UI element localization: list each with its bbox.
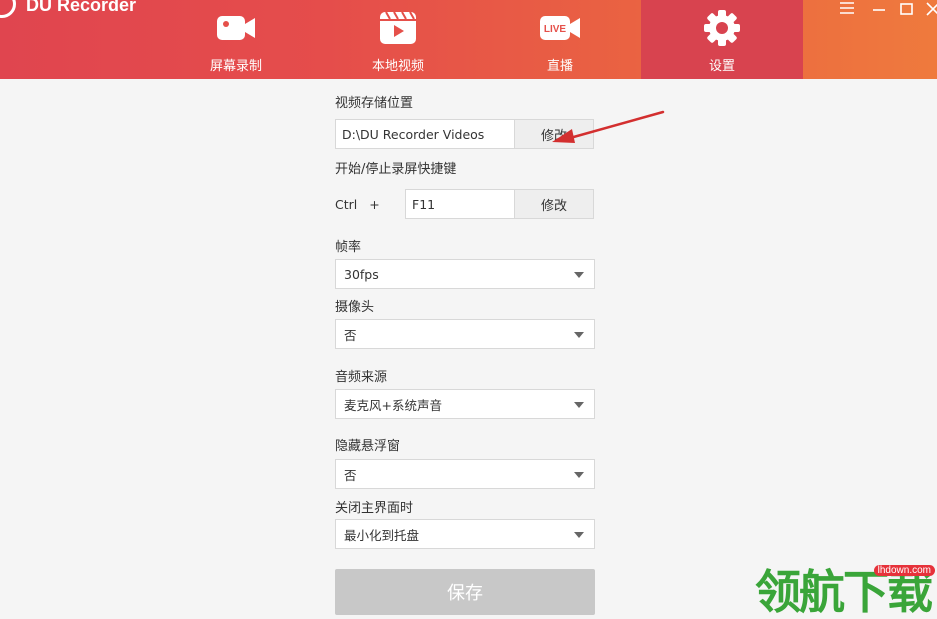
camera-label: 摄像头	[335, 300, 375, 315]
fps-label: 帧率	[335, 240, 362, 255]
hide-float-select[interactable]: 否	[335, 459, 595, 489]
save-button[interactable]: 保存	[335, 569, 595, 615]
tab-screen-record[interactable]: 屏幕录制	[155, 0, 317, 79]
watermark-url: lhdown.com	[873, 565, 935, 576]
hotkey-plus: +	[369, 197, 380, 212]
tab-label: 本地视频	[371, 59, 424, 74]
close-main-select[interactable]: 最小化到托盘	[335, 519, 595, 549]
tab-live[interactable]: LIVE 直播	[479, 0, 641, 79]
chevron-down-icon	[574, 472, 584, 478]
annotation-arrow-icon	[552, 110, 665, 143]
hotkey-modifier: Ctrl +	[335, 197, 380, 212]
close-icon[interactable]	[924, 0, 937, 18]
hotkey-input[interactable]: F11	[405, 189, 515, 219]
hide-float-label: 隐藏悬浮窗	[335, 439, 401, 454]
live-badge: LIVE	[544, 24, 567, 35]
gear-icon	[704, 10, 740, 46]
minimize-icon[interactable]	[870, 0, 888, 18]
audio-value: 麦克风+系统声音	[344, 397, 442, 413]
camera-value: 否	[344, 327, 357, 343]
app-header: DU Recorder 屏幕录制 本地视频 LIVE 直播 设置	[0, 0, 937, 79]
storage-path-field[interactable]: D:\DU Recorder Videos	[335, 119, 515, 149]
watermark: 领航下载 lhdown.com	[755, 563, 937, 619]
fps-select[interactable]: 30fps	[335, 259, 595, 289]
audio-select[interactable]: 麦克风+系统声音	[335, 389, 595, 419]
app-logo-icon	[0, 0, 16, 18]
hotkey-change-button[interactable]: 修改	[514, 189, 594, 219]
menu-icon[interactable]	[838, 0, 856, 18]
tab-settings[interactable]: 设置	[641, 0, 803, 79]
close-main-value: 最小化到托盘	[344, 527, 420, 543]
chevron-down-icon	[574, 532, 584, 538]
tab-label: 设置	[708, 59, 735, 74]
live-icon: LIVE	[540, 16, 580, 40]
maximize-icon[interactable]	[898, 0, 916, 18]
hotkey-modifier-key: Ctrl	[335, 197, 358, 212]
hotkey-label: 开始/停止录屏快捷键	[335, 162, 457, 177]
tab-label: 屏幕录制	[209, 59, 262, 74]
audio-label: 音频来源	[335, 370, 388, 385]
hide-float-value: 否	[344, 467, 357, 483]
video-camera-icon	[217, 16, 255, 40]
fps-value: 30fps	[344, 266, 379, 282]
app-title: DU Recorder	[26, 0, 137, 15]
chevron-down-icon	[574, 402, 584, 408]
tab-label: 直播	[546, 59, 573, 74]
clapperboard-icon	[380, 11, 416, 44]
camera-select[interactable]: 否	[335, 319, 595, 349]
storage-label: 视频存储位置	[335, 96, 414, 111]
tab-local-videos[interactable]: 本地视频	[317, 0, 479, 79]
close-main-label: 关闭主界面时	[335, 501, 414, 516]
chevron-down-icon	[574, 272, 584, 278]
chevron-down-icon	[574, 332, 584, 338]
